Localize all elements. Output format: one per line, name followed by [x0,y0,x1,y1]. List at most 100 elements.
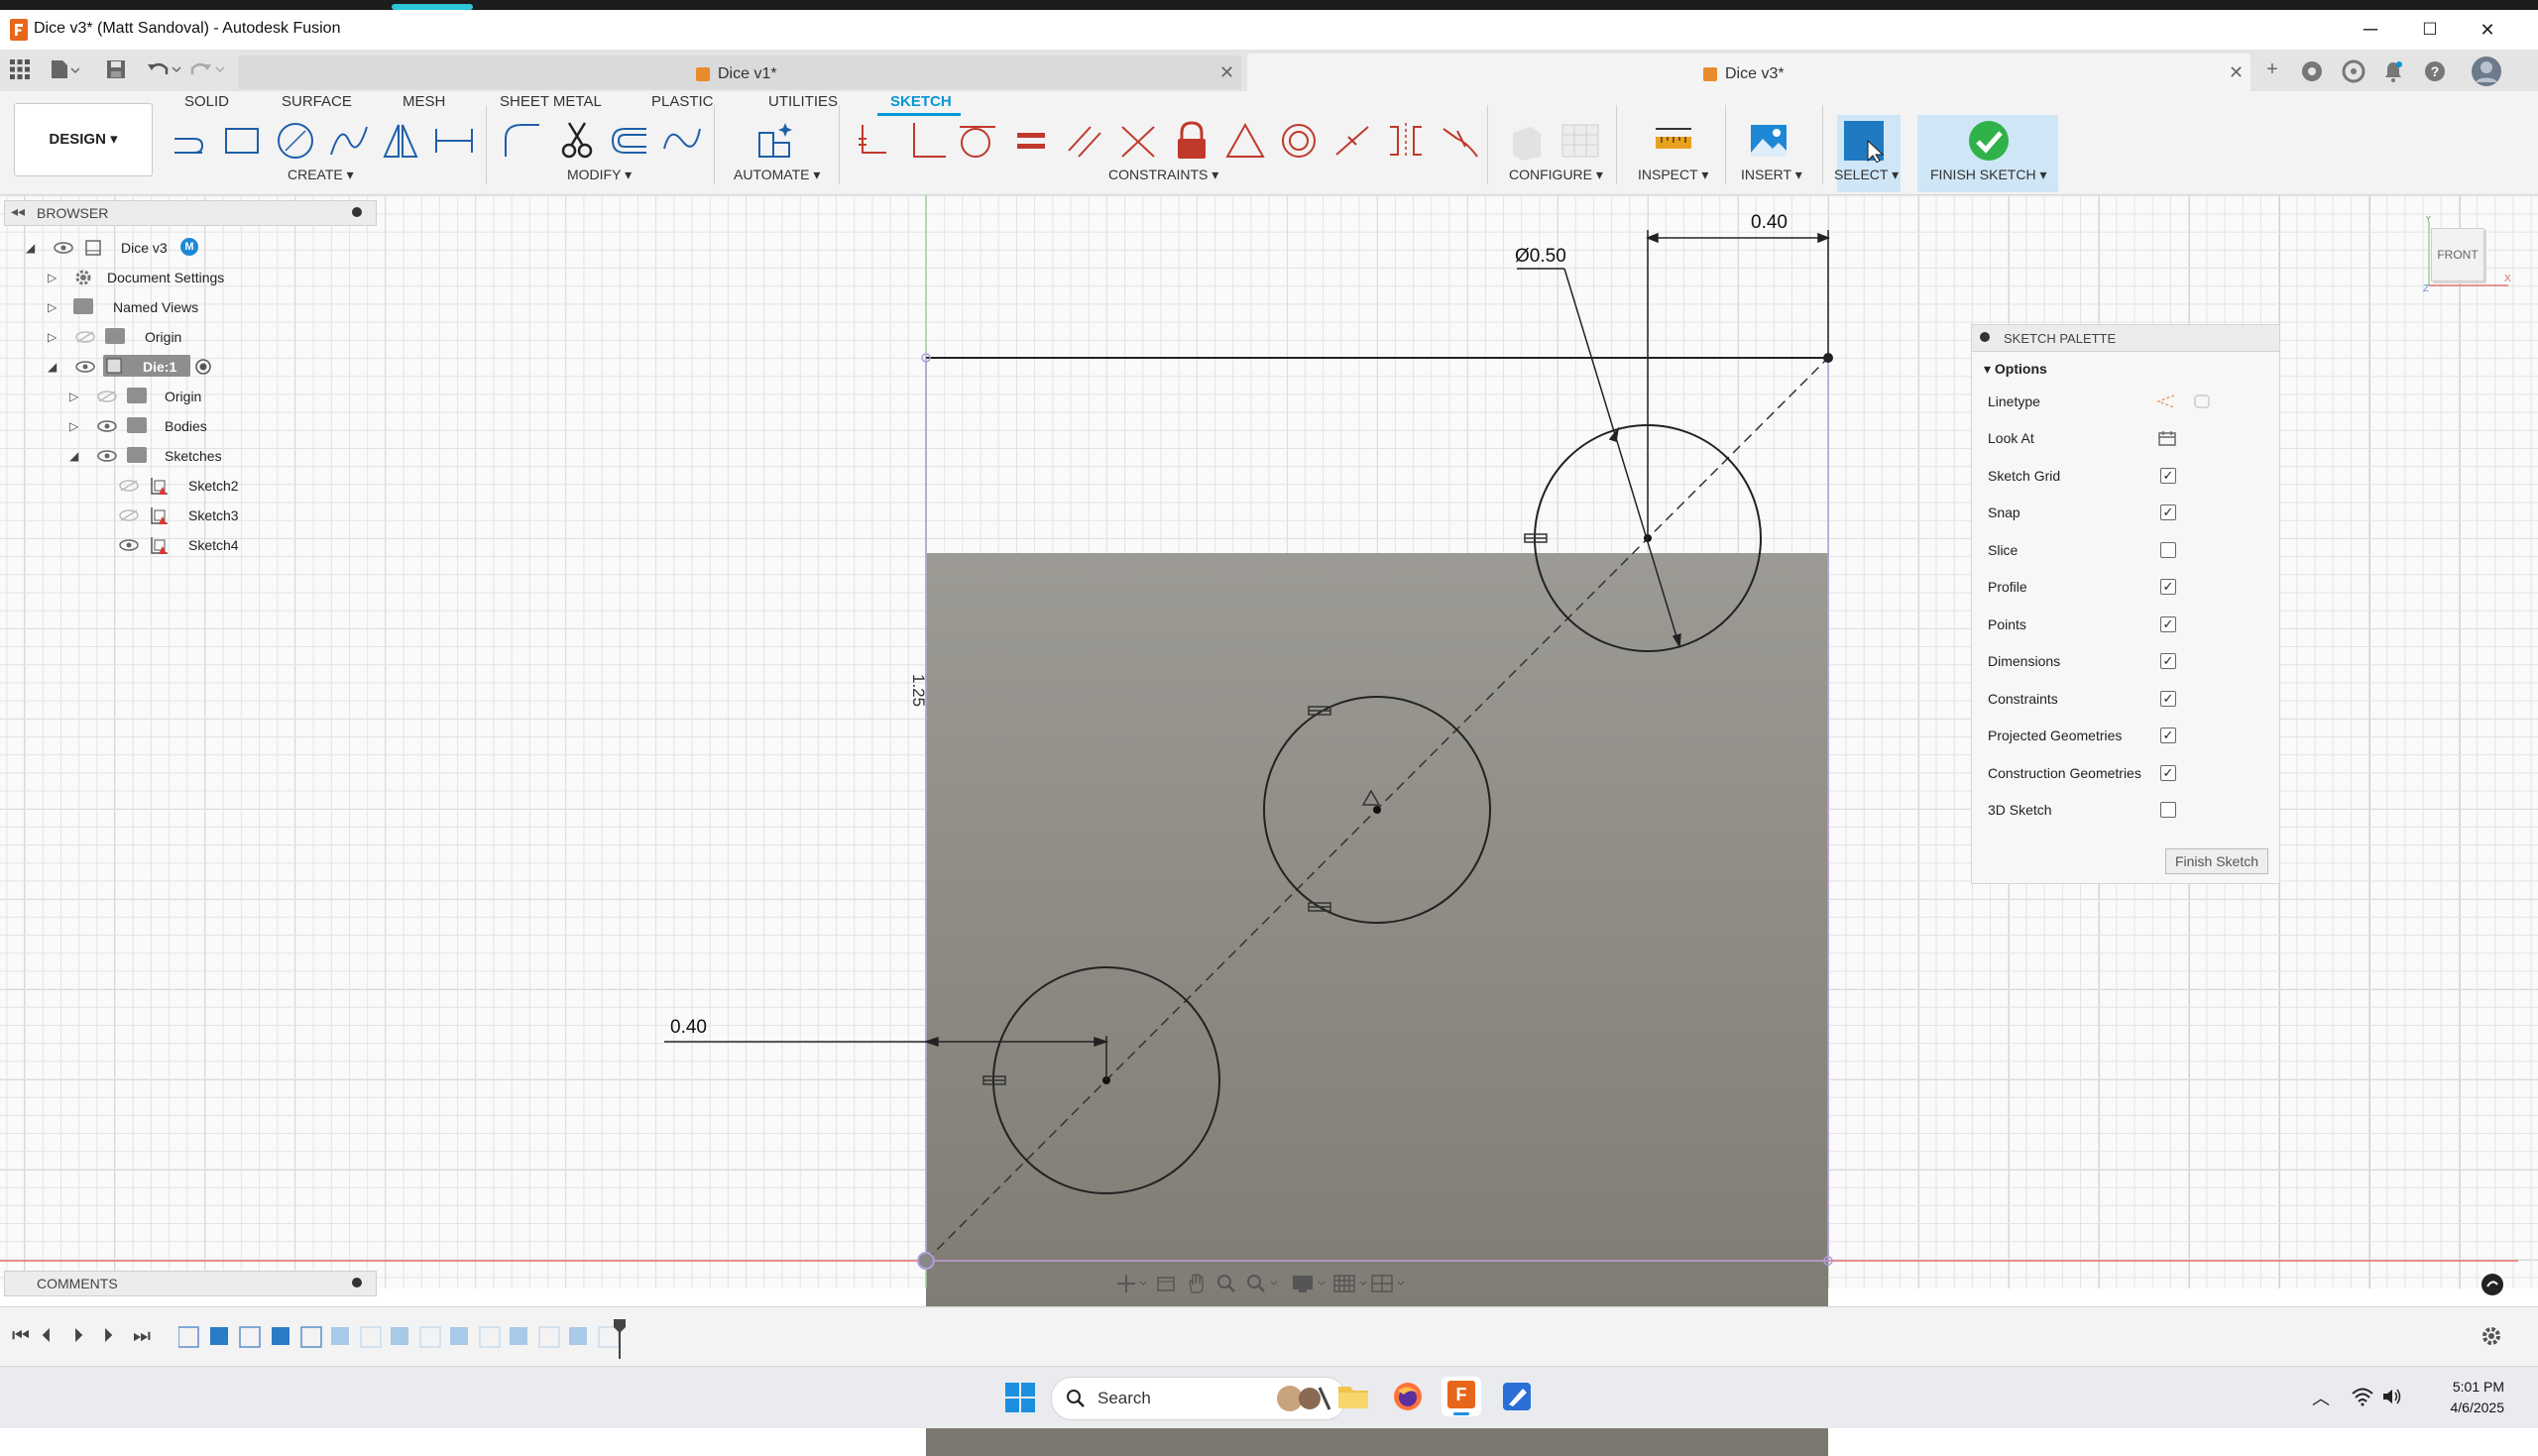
zoom-icon[interactable] [1215,1273,1237,1294]
select-group-label[interactable]: SELECT ▾ [1834,167,1899,183]
configure-group-label[interactable]: CONFIGURE ▾ [1509,167,1603,183]
snap-checkbox[interactable]: ✓ [2160,504,2176,520]
show-hidden-icons[interactable]: ︿ [2312,1385,2330,1410]
symmetry-constraint-icon[interactable] [1384,119,1428,163]
new-tab-icon[interactable]: + [2258,56,2286,83]
visibility-eye-icon[interactable] [97,420,117,432]
chat-support-icon[interactable] [2480,1273,2504,1296]
tree-item-sketch2[interactable]: Sketch2 [0,472,377,500]
tree-item-origin[interactable]: ▷ Origin [0,323,377,351]
configure-table-icon[interactable] [1558,119,1602,163]
spline-tool-icon[interactable] [327,119,371,163]
dimension-top-width[interactable]: 0.40 [1751,212,1788,234]
options-section[interactable]: ▾ Options [1984,361,2047,378]
expand-icon[interactable]: ▷ [48,300,57,314]
tree-item-sketch3[interactable]: Sketch3 [0,502,377,529]
tab-sketch[interactable]: SKETCH [890,93,952,110]
go-to-end-icon[interactable]: ⏭ [133,1325,151,1348]
configure-model-icon[interactable] [1505,119,1549,163]
coincident-constraint-icon[interactable] [851,119,894,163]
collapse-icon[interactable]: ◢ [69,449,78,463]
midpoint-constraint-icon[interactable] [1330,119,1374,163]
go-to-start-icon[interactable]: ⏮ [12,1325,30,1348]
tree-item-die-component[interactable]: ◢ Die:1 [0,353,377,381]
visibility-eye-icon[interactable] [97,450,117,462]
tab-close-icon[interactable]: ✕ [1219,62,1234,83]
look-at-icon[interactable] [2158,430,2176,446]
job-status-icon[interactable] [2342,59,2365,83]
tree-item-root[interactable]: ◢ Dice v3 M [0,234,377,262]
hidden-eye-icon[interactable] [119,509,139,521]
tree-item-document-settings[interactable]: ▷ Document Settings [0,264,377,291]
display-settings-icon[interactable] [1291,1273,1330,1294]
dimension-vertical[interactable]: 1.25 [908,674,928,707]
view-cube[interactable]: Y X Z FRONT [2423,214,2512,294]
constraints-checkbox[interactable]: ✓ [2160,691,2176,707]
break-tool-icon[interactable] [660,119,704,163]
insert-group-label[interactable]: INSERT ▾ [1741,167,1802,183]
timeline-settings-gear-icon[interactable] [2480,1325,2502,1347]
tab-plastic[interactable]: PLASTIC [651,93,714,110]
wifi-icon[interactable] [2352,1387,2373,1406]
look-at-nav-icon[interactable] [1156,1274,1176,1293]
dimension-left-offset[interactable]: 0.40 [670,1017,707,1039]
dimension-diameter[interactable]: Ø0.50 [1515,246,1566,268]
perpendicular-constraint-icon[interactable] [904,119,948,163]
firefox-icon[interactable] [1392,1381,1424,1412]
undo-icon[interactable] [147,58,182,80]
tab-surface[interactable]: SURFACE [282,93,352,110]
viewports-icon[interactable] [1370,1273,1410,1294]
tab-close-icon[interactable]: ✕ [2229,62,2244,83]
tree-item-sketch4[interactable]: Sketch4 [0,531,377,559]
palette-pin-icon[interactable] [1980,332,1990,342]
tree-item-bodies[interactable]: ▷ Bodies [0,412,377,440]
concentric-constraint-icon[interactable] [1277,119,1321,163]
circle-tool-icon[interactable] [274,119,317,163]
modify-group-label[interactable]: MODIFY ▾ [567,167,632,183]
tangent-constraint-icon[interactable] [956,119,999,163]
timeline-features[interactable] [178,1323,634,1351]
help-icon[interactable]: ? [2423,59,2447,83]
tab-utilities[interactable]: UTILITIES [768,93,838,110]
step-back-icon[interactable]: ⏴ [42,1325,52,1348]
profile-checkbox[interactable]: ✓ [2160,579,2176,595]
orbit-icon[interactable] [1116,1273,1146,1294]
sketch-grid-checkbox[interactable]: ✓ [2160,468,2176,484]
comments-pin-icon[interactable] [352,1278,362,1288]
grid-settings-icon[interactable] [1332,1273,1372,1294]
finish-sketch-button[interactable]: Finish Sketch [2165,848,2268,874]
automate-tool-icon[interactable] [753,119,797,163]
equal-constraint-icon[interactable] [1009,119,1053,163]
centerline-linetype-icon[interactable] [2192,393,2212,409]
volume-icon[interactable] [2381,1387,2403,1406]
windows-start-icon[interactable] [1005,1383,1035,1412]
view-cube-front-face[interactable]: FRONT [2431,228,2484,281]
rectangle-tool-icon[interactable] [220,119,264,163]
visibility-eye-icon[interactable] [119,539,139,551]
slice-checkbox[interactable] [2160,542,2176,558]
projected-geometries-checkbox[interactable]: ✓ [2160,728,2176,743]
3d-sketch-checkbox[interactable] [2160,802,2176,818]
hidden-eye-icon[interactable] [97,391,117,402]
create-group-label[interactable]: CREATE ▾ [288,167,354,183]
redo-icon[interactable] [190,58,226,80]
clock-time[interactable]: 5:01 PM [2453,1379,2504,1395]
tab-mesh[interactable]: MESH [403,93,445,110]
tab-sheet-metal[interactable]: SHEET METAL [500,93,602,110]
offset-tool-icon[interactable] [607,119,650,163]
visibility-eye-icon[interactable] [75,361,95,373]
close-button[interactable]: ✕ [2463,14,2512,46]
finish-sketch-check-icon[interactable] [1967,119,2011,163]
collapse-icon[interactable]: ◢ [48,360,57,374]
construction-linetype-icon[interactable] [2156,393,2176,409]
expand-icon[interactable]: ▷ [48,330,57,344]
expand-icon[interactable]: ◢ [26,241,35,255]
tab-solid[interactable]: SOLID [184,93,229,110]
workspace-switcher[interactable]: DESIGN ▾ [14,103,153,176]
file-explorer-icon[interactable] [1336,1381,1370,1412]
select-tool-icon[interactable] [1842,119,1886,163]
hidden-eye-icon[interactable] [119,480,139,492]
timeline-marker-icon[interactable] [613,1319,627,1359]
triangle-constraint-icon[interactable] [1223,119,1267,163]
dimensions-checkbox[interactable]: ✓ [2160,653,2176,669]
